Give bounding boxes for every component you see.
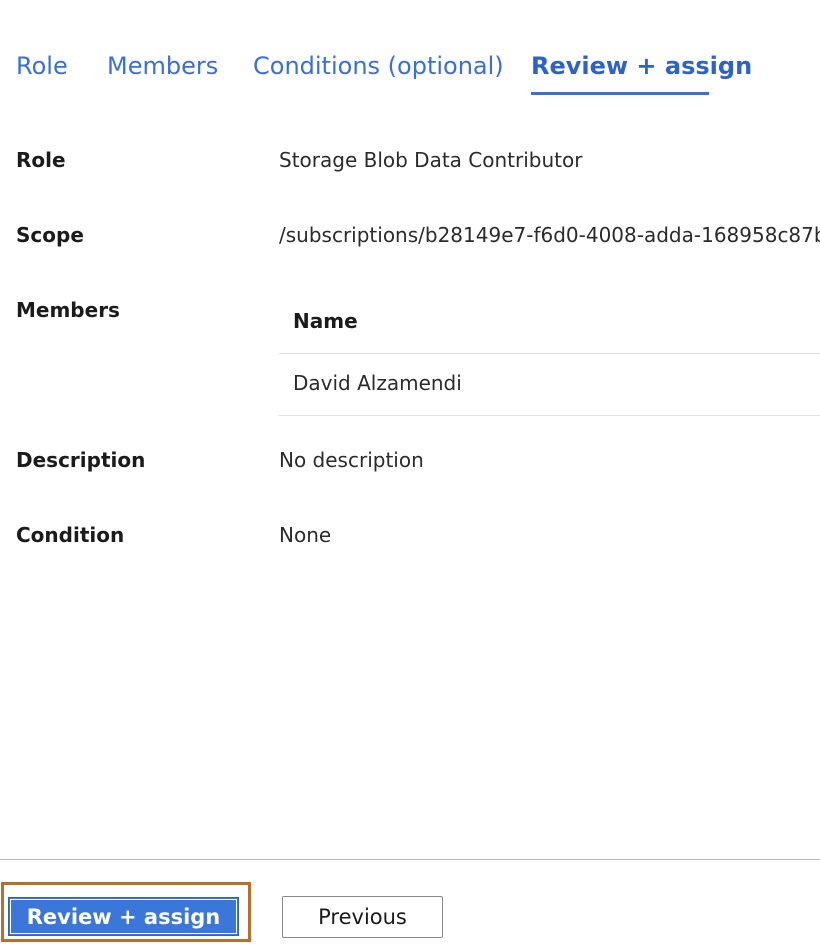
condition-value: None [279,523,332,547]
role-value: Storage Blob Data Contributor [279,148,583,172]
active-tab-indicator [531,92,709,95]
tab-review-assign[interactable]: Review + assign [531,50,752,82]
review-assign-button[interactable]: Review + assign [8,897,239,936]
scope-value: /subscriptions/b28149e7-f6d0-4008-adda-1… [279,223,820,247]
members-label: Members [16,298,120,322]
condition-label: Condition [16,523,125,547]
description-label: Description [16,448,146,472]
table-row: David Alzamendi [279,354,820,416]
members-table: Name David Alzamendi [279,296,820,416]
members-column-header-name: Name [279,296,820,354]
review-assign-page: Role Members Conditions (optional) Revie… [0,0,820,950]
tab-members[interactable]: Members [107,50,218,82]
role-label: Role [16,148,66,172]
tab-role[interactable]: Role [16,50,68,82]
description-value: No description [279,448,424,472]
footer-divider [0,859,820,860]
tab-conditions[interactable]: Conditions (optional) [253,50,504,82]
scope-label: Scope [16,223,84,247]
previous-button[interactable]: Previous [282,896,443,938]
